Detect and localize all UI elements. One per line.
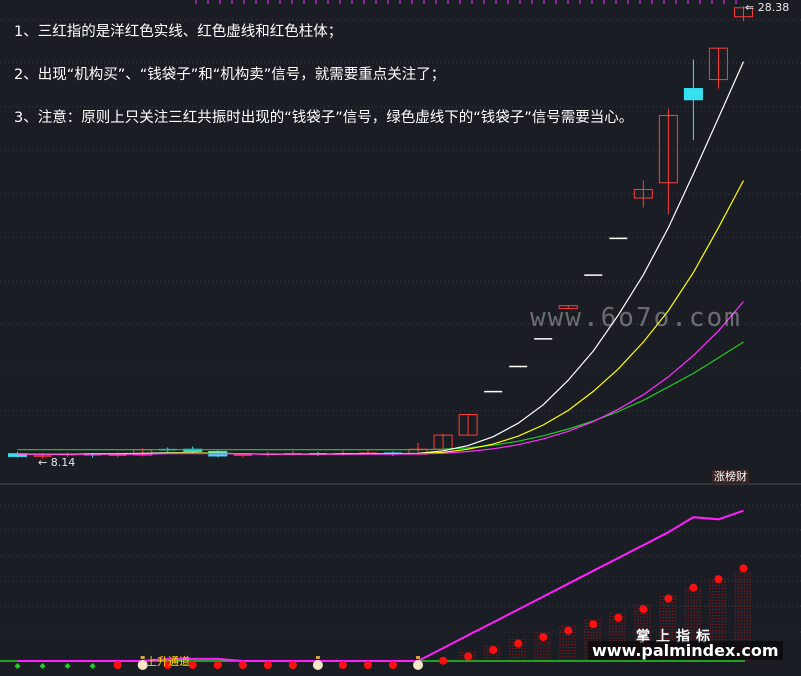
- url-watermark: www.palmindex.com: [588, 641, 783, 660]
- red-dot: [564, 626, 573, 635]
- red-dot: [589, 620, 598, 629]
- high-price-value: 28.38: [757, 1, 790, 14]
- red-dot: [639, 605, 648, 614]
- rank-badge: 涨榜财: [712, 470, 749, 484]
- high-price-label: ⇐ 28.38: [745, 1, 790, 14]
- money-bag-icon: [312, 660, 323, 670]
- red-dot: [363, 661, 372, 669]
- red-dot: [439, 656, 448, 665]
- red-dot: [539, 633, 548, 642]
- red-dot: [664, 594, 673, 603]
- money-bag-icon: [413, 660, 424, 670]
- red-dot: [389, 661, 398, 669]
- red-dot: [338, 661, 347, 669]
- red-dot: [288, 661, 297, 669]
- red-dot: [739, 564, 748, 573]
- red-dot: [689, 583, 698, 592]
- note-3: 3、注意：原则上只关注三红共振时出现的“钱袋子”信号，绿色虚线下的“钱袋子”信号…: [14, 110, 634, 126]
- green-diamond: [89, 663, 96, 669]
- red-dot: [213, 661, 222, 669]
- note-1: 1、三红指的是洋红色实线、红色虚线和红色柱体；: [14, 24, 343, 40]
- money-bag-tie: [140, 656, 145, 659]
- site-watermark: www.6o7o.com: [530, 303, 742, 333]
- red-dot: [113, 661, 122, 669]
- money-bag-tie: [315, 656, 320, 659]
- strategy-notes: 1、三红指的是洋红色实线、红色虚线和红色柱体； 2、出现“机构买”、“钱袋子”和…: [14, 22, 664, 151]
- green-diamond: [64, 663, 71, 669]
- ma-line: [17, 341, 744, 451]
- green-diamond: [39, 663, 46, 669]
- red-dot: [238, 661, 247, 669]
- note-2: 2、出现“机构买”、“钱袋子”和“机构卖”信号，就需要重点关注了；: [14, 67, 446, 83]
- channel-label: 上升通道: [146, 655, 190, 668]
- green-diamond: [14, 663, 21, 669]
- low-price-label: ← 8.14: [38, 456, 76, 469]
- money-bag-tie: [416, 656, 421, 659]
- red-dot: [489, 645, 498, 654]
- red-dot: [514, 639, 523, 648]
- low-price-value: 8.14: [50, 456, 76, 469]
- red-dot: [714, 575, 723, 584]
- candle-body: [683, 88, 703, 101]
- red-dot: [614, 613, 623, 622]
- red-dot: [464, 652, 473, 661]
- red-dot: [263, 661, 272, 669]
